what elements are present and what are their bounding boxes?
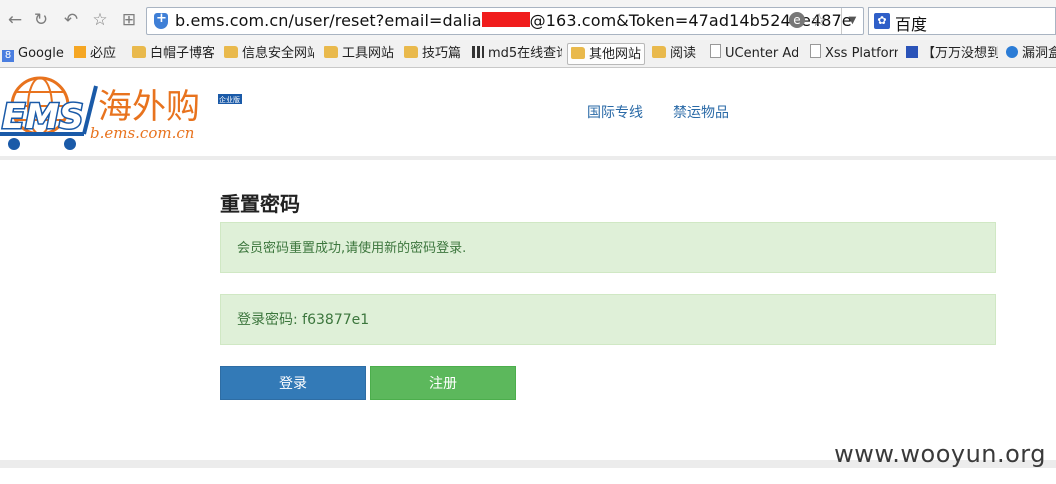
bookmark-label: 漏洞盒子 [1022, 46, 1056, 61]
folder-icon [652, 46, 666, 58]
bookmark-folder-infosec[interactable]: 信息安全网站 [224, 43, 314, 65]
bookmark-wanwan[interactable]: 【万万没想到 [906, 43, 998, 65]
logo-cn-text: 海外购 [98, 87, 200, 127]
google-icon: 8 [2, 50, 14, 62]
bookmark-star-icon[interactable]: ☆ [811, 10, 827, 31]
browser-toolbar: ← ↻ ↶ ☆ ⊞ b.ems.com.cn/user/reset?email=… [0, 0, 1056, 40]
search-engine-label: 百度 [895, 15, 928, 34]
paw-icon [906, 46, 918, 58]
logo-badge-text: 企业版 [219, 95, 240, 104]
folder-icon [224, 46, 238, 58]
bookmark-label: Google [18, 46, 64, 61]
password-alert: 登录密码: f63877e1 [220, 294, 996, 345]
baidu-paw-icon: ✿ [874, 13, 890, 29]
bookmark-label: Xss Platform [825, 46, 898, 61]
ie-compat-icon[interactable]: e [789, 12, 805, 28]
dropdown-arrow-icon[interactable]: ▼ [841, 8, 863, 34]
bookmark-folder-other[interactable]: 其他网站 [567, 43, 645, 65]
folder-icon [324, 46, 338, 58]
success-alert: 会员密码重置成功,请使用新的密码登录. [220, 222, 996, 273]
ems-logo[interactable]: EMS 海外购 b.ems.com.cn 企业版 [0, 72, 245, 152]
nav-prohibited-items[interactable]: 禁运物品 [673, 102, 729, 122]
bookmark-ucenter[interactable]: UCenter Ad [710, 43, 798, 65]
nav-international-line[interactable]: 国际专线 [587, 102, 643, 122]
bookmark-folder-tools[interactable]: 工具网站 [324, 43, 396, 65]
security-shield-icon [154, 11, 168, 29]
refresh-icon[interactable]: ↻ [30, 9, 52, 31]
bookmark-folder-reading[interactable]: 阅读 [652, 43, 704, 65]
bookmark-loudong[interactable]: 漏洞盒子 [1006, 43, 1056, 65]
browser-chrome: ← ↻ ↶ ☆ ⊞ b.ems.com.cn/user/reset?email=… [0, 0, 1056, 68]
search-box[interactable]: ✿ 百度 [868, 7, 1056, 35]
login-button[interactable]: 登录 [220, 366, 366, 400]
redaction-mark [481, 12, 530, 27]
bookmark-folder-tips[interactable]: 技巧篇 [404, 43, 464, 65]
folder-icon [132, 46, 146, 58]
register-button[interactable]: 注册 [370, 366, 516, 400]
bookmark-label: 【万万没想到 [922, 46, 998, 61]
page-title: 重置密码 [220, 192, 300, 216]
site-header: EMS 海外购 b.ems.com.cn 企业版 国际专线 禁运物品 [0, 68, 1056, 156]
bookmark-label: 技巧篇 [422, 46, 462, 61]
bookmark-md5[interactable]: md5在线查询 [472, 43, 562, 65]
bookmark-label: 其他网站 [589, 47, 642, 62]
hex-icon [1006, 46, 1018, 58]
apps-grid-icon[interactable]: ⊞ [118, 9, 140, 31]
grid-icon [472, 46, 484, 58]
undo-icon[interactable]: ↶ [60, 9, 82, 31]
bookmark-label: 白帽子博客 [150, 46, 214, 61]
url-prefix: b.ems.com.cn/user/reset?email=dalia [175, 11, 482, 30]
bookmark-label: 必应 [90, 46, 117, 61]
logo-ems-text: EMS [2, 97, 84, 137]
header-divider [0, 156, 1056, 160]
bookmark-label: md5在线查询 [488, 46, 562, 61]
watermark: www.wooyun.org [834, 440, 1046, 468]
bing-icon [74, 46, 86, 58]
bookmark-label: 阅读 [670, 46, 697, 61]
bookmark-label: 工具网站 [342, 46, 395, 61]
url-text[interactable]: b.ems.com.cn/user/reset?email=dalia @163.… [175, 11, 852, 30]
page-icon [810, 44, 821, 58]
folder-icon [571, 47, 585, 59]
bookmark-bing[interactable]: 必应 [74, 43, 124, 65]
bookmark-xss[interactable]: Xss Platform [810, 43, 898, 65]
back-icon[interactable]: ← [4, 9, 26, 31]
address-bar[interactable]: b.ems.com.cn/user/reset?email=dalia@163.… [146, 7, 864, 35]
logo-domain-text: b.ems.com.cn [90, 124, 194, 142]
folder-icon [404, 46, 418, 58]
page-icon [710, 44, 721, 58]
bookmark-google[interactable]: 8 Google [2, 43, 64, 65]
bookmark-label: 信息安全网站 [242, 46, 314, 61]
bookmark-label: UCenter Ad [725, 46, 798, 61]
bookmarks-bar: 8 Google 必应 白帽子博客 信息安全网站 工具网站 技巧篇 md5在线查询… [0, 40, 1056, 68]
bookmark-folder-whitehat[interactable]: 白帽子博客 [132, 43, 214, 65]
favorite-star-icon[interactable]: ☆ [89, 9, 111, 31]
